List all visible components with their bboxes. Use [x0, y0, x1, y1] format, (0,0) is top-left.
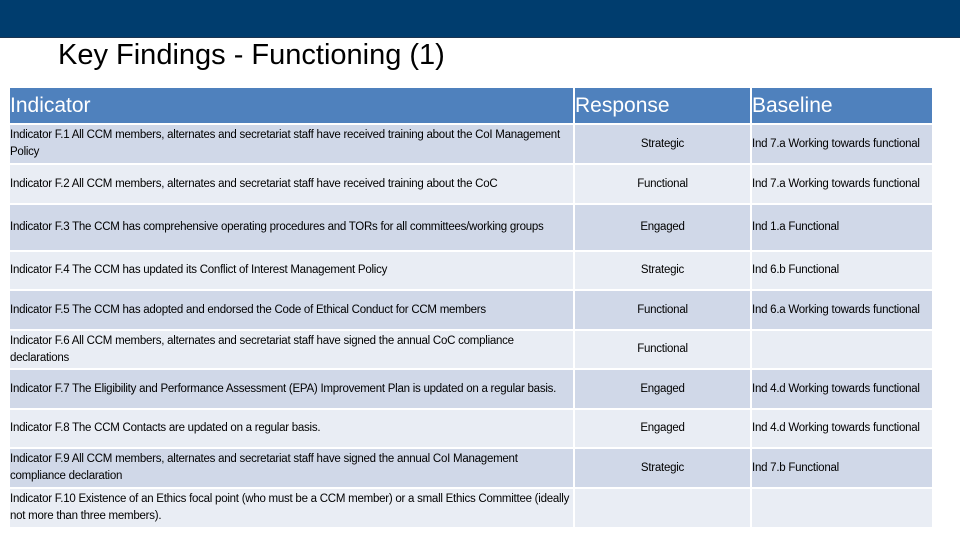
header-baseline: Baseline [752, 88, 932, 125]
table-row: Indicator F.8 The CCM Contacts are updat… [10, 410, 932, 449]
cell-baseline: Ind 1.a Functional [752, 205, 932, 252]
cell-response: Functional [575, 291, 752, 331]
cell-indicator: Indicator F.6 All CCM members, alternate… [10, 331, 575, 370]
cell-response [575, 489, 752, 529]
table-row: Indicator F.9 All CCM members, alternate… [10, 449, 932, 489]
cell-baseline: Ind 7.b Functional [752, 449, 932, 489]
header-response: Response [575, 88, 752, 125]
cell-baseline: Ind 7.a Working towards functional [752, 125, 932, 165]
cell-indicator: Indicator F.3 The CCM has comprehensive … [10, 205, 575, 252]
table-row: Indicator F.6 All CCM members, alternate… [10, 331, 932, 370]
cell-baseline: Ind 6.a Working towards functional [752, 291, 932, 331]
cell-response: Functional [575, 165, 752, 205]
findings-table: Indicator Response Baseline Indicator F.… [10, 88, 932, 529]
cell-response: Engaged [575, 410, 752, 449]
cell-response: Engaged [575, 205, 752, 252]
cell-response: Functional [575, 331, 752, 370]
cell-response: Strategic [575, 449, 752, 489]
table-row: Indicator F.7 The Eligibility and Perfor… [10, 370, 932, 410]
cell-indicator: Indicator F.4 The CCM has updated its Co… [10, 252, 575, 291]
cell-baseline: Ind 4.d Working towards functional [752, 370, 932, 410]
table-row: Indicator F.3 The CCM has comprehensive … [10, 205, 932, 252]
cell-baseline: Ind 4.d Working towards functional [752, 410, 932, 449]
cell-baseline: Ind 6.b Functional [752, 252, 932, 291]
header-indicator: Indicator [10, 88, 575, 125]
cell-indicator: Indicator F.10 Existence of an Ethics fo… [10, 489, 575, 529]
table-row: Indicator F.5 The CCM has adopted and en… [10, 291, 932, 331]
table-row: Indicator F.4 The CCM has updated its Co… [10, 252, 932, 291]
cell-indicator: Indicator F.9 All CCM members, alternate… [10, 449, 575, 489]
cell-indicator: Indicator F.5 The CCM has adopted and en… [10, 291, 575, 331]
table-row: Indicator F.1 All CCM members, alternate… [10, 125, 932, 165]
cell-indicator: Indicator F.8 The CCM Contacts are updat… [10, 410, 575, 449]
cell-baseline [752, 489, 932, 529]
cell-indicator: Indicator F.1 All CCM members, alternate… [10, 125, 575, 165]
cell-indicator: Indicator F.2 All CCM members, alternate… [10, 165, 575, 205]
cell-baseline: Ind 7.a Working towards functional [752, 165, 932, 205]
cell-response: Strategic [575, 125, 752, 165]
table-row: Indicator F.10 Existence of an Ethics fo… [10, 489, 932, 529]
cell-response: Strategic [575, 252, 752, 291]
top-banner [0, 0, 960, 38]
cell-indicator: Indicator F.7 The Eligibility and Perfor… [10, 370, 575, 410]
table-header-row: Indicator Response Baseline [10, 88, 932, 125]
cell-baseline [752, 331, 932, 370]
cell-response: Engaged [575, 370, 752, 410]
slide-title: Key Findings - Functioning (1) [58, 39, 445, 71]
table-row: Indicator F.2 All CCM members, alternate… [10, 165, 932, 205]
